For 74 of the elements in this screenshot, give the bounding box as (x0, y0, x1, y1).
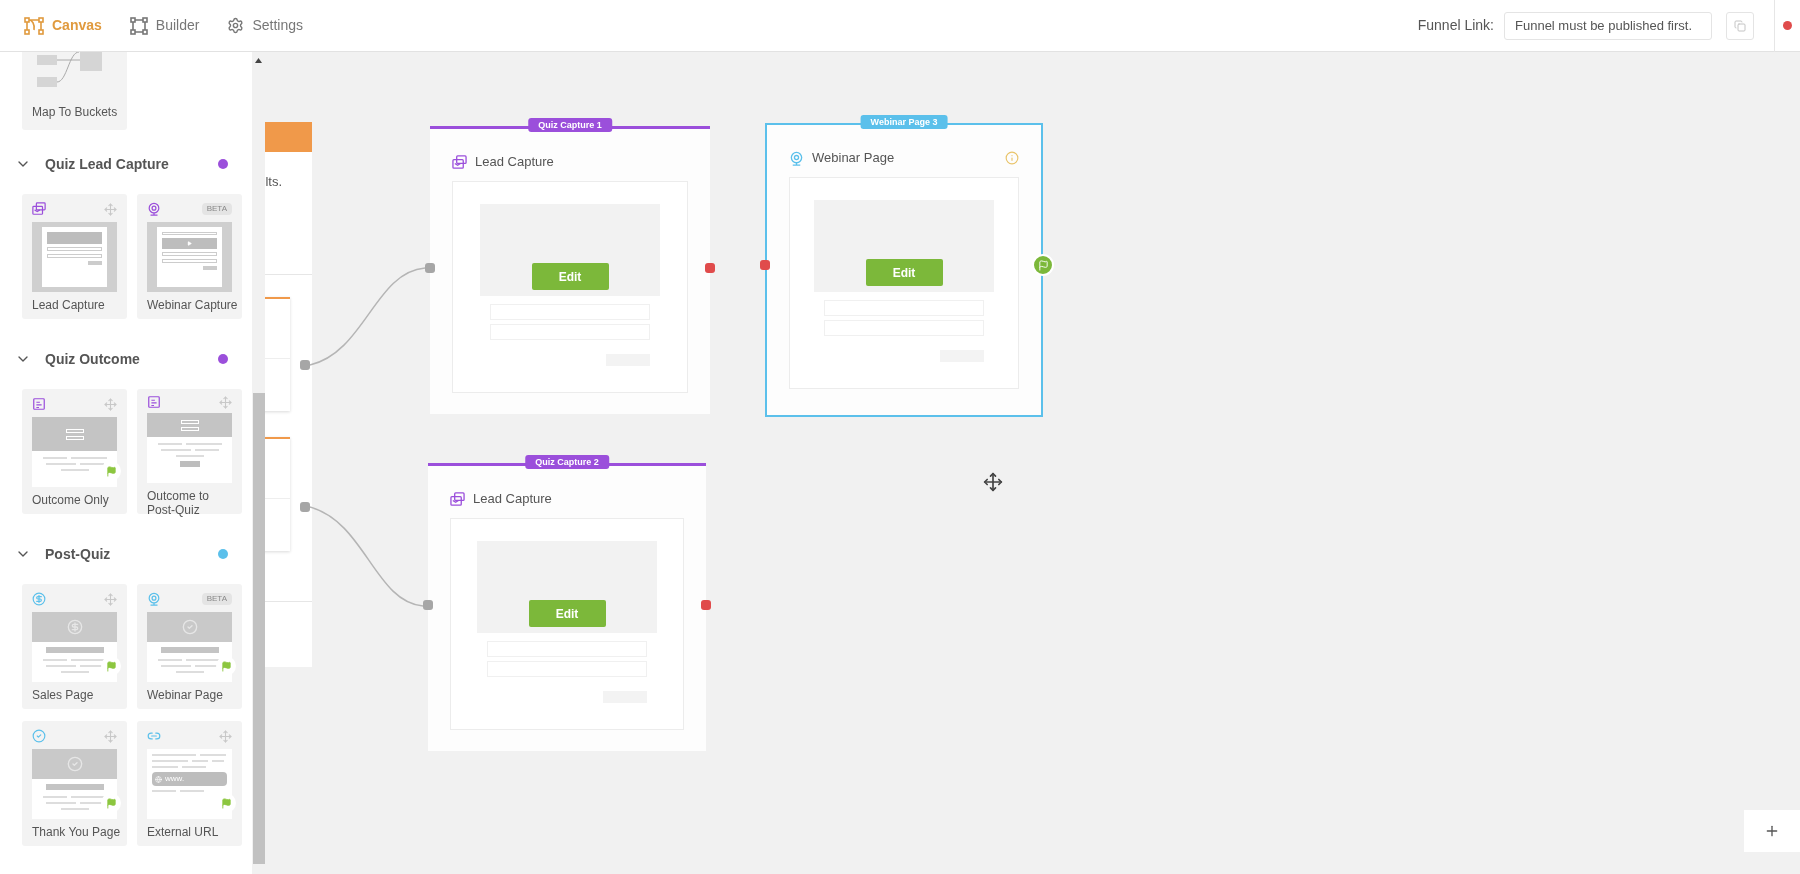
move-icon[interactable] (104, 729, 117, 743)
canvas-icon (24, 16, 44, 35)
output-port[interactable] (701, 600, 711, 610)
template-card[interactable]: Outcome Only (22, 389, 127, 514)
form-icon (32, 202, 46, 216)
section-title: Quiz Lead Capture (45, 154, 170, 174)
template-card[interactable]: BETA Webinar Capture (137, 194, 242, 319)
template-name: Webinar Page (146, 688, 224, 702)
funnel-link-field[interactable]: Funnel must be published first. (1504, 11, 1712, 40)
beta-badge: BETA (201, 203, 232, 215)
copy-icon (1734, 19, 1746, 32)
template-name: Map To Buckets (31, 105, 119, 120)
nav-tab[interactable]: Settings (227, 15, 303, 36)
move-icon[interactable] (104, 202, 117, 216)
webcam-icon (147, 592, 161, 606)
zoom-in-button[interactable] (1744, 810, 1800, 852)
move-icon[interactable] (219, 729, 232, 743)
check-circle-icon (32, 729, 46, 743)
node-tag: Quiz Capture 1 (528, 118, 612, 132)
template-card[interactable]: Lead Capture (22, 194, 127, 319)
move-icon[interactable] (104, 592, 117, 606)
output-port[interactable] (705, 263, 715, 273)
settings-icon (227, 17, 245, 34)
document-icon (32, 397, 46, 411)
template-name: Lead Capture (31, 298, 106, 312)
dollar-icon (32, 592, 46, 606)
scroll-up-icon[interactable] (255, 58, 262, 63)
nav-tab[interactable]: Builder (129, 15, 200, 36)
webcam-icon (789, 150, 804, 166)
template-name: Outcome Only (31, 493, 110, 507)
form-icon (452, 154, 467, 170)
node-tag: Webinar Page 3 (860, 115, 948, 129)
output-port[interactable] (300, 360, 310, 370)
frame-icon (129, 16, 148, 35)
input-port[interactable] (423, 600, 433, 610)
node-title: Lead Capture (473, 490, 553, 509)
section-title: Post-Quiz (45, 544, 112, 564)
funnel-link-label: Funnel Link: (1417, 16, 1494, 35)
template-name: Thank You Page (31, 825, 122, 839)
finish-flag-icon[interactable] (1032, 254, 1054, 276)
move-icon[interactable] (104, 397, 117, 411)
template-card[interactable]: Thank You Page (22, 721, 127, 846)
input-port[interactable] (425, 263, 435, 273)
template-name: Sales Page (31, 688, 95, 702)
globe-icon (155, 775, 162, 783)
copy-button[interactable] (1726, 11, 1754, 40)
scrollbar[interactable] (252, 52, 265, 874)
info-icon[interactable] (1005, 151, 1019, 165)
open-input-port[interactable] (760, 260, 770, 270)
template-card[interactable]: BETA Webinar Page (137, 584, 242, 709)
webcam-icon (147, 202, 161, 216)
document-icon (147, 395, 161, 409)
output-port[interactable] (300, 502, 310, 512)
node-title: Lead Capture (475, 153, 555, 172)
link-icon (147, 729, 161, 743)
node-title: Webinar Page (812, 149, 896, 168)
move-icon[interactable] (219, 395, 232, 409)
node-text: lts. (265, 173, 282, 191)
template-card[interactable]: Sales Page (22, 584, 127, 709)
template-name: Webinar Capture (146, 298, 239, 312)
plus-icon (1764, 823, 1780, 839)
template-card[interactable]: Map To Buckets (22, 52, 127, 130)
node-tag: Quiz Capture 2 (525, 455, 609, 469)
section-header[interactable]: Post-Quiz (0, 524, 252, 584)
url-text: www. (165, 775, 185, 783)
form-icon (450, 491, 465, 507)
section-header[interactable]: Quiz Outcome (0, 329, 252, 389)
template-card[interactable]: www. External URL (137, 721, 242, 846)
template-name: Outcome to Post-Quiz (146, 489, 211, 517)
move-cursor-icon (983, 472, 1003, 492)
section-header[interactable]: Quiz Lead Capture (0, 134, 252, 194)
section-title: Quiz Outcome (45, 349, 141, 369)
beta-badge: BETA (201, 593, 232, 605)
template-name: External URL (146, 825, 220, 839)
